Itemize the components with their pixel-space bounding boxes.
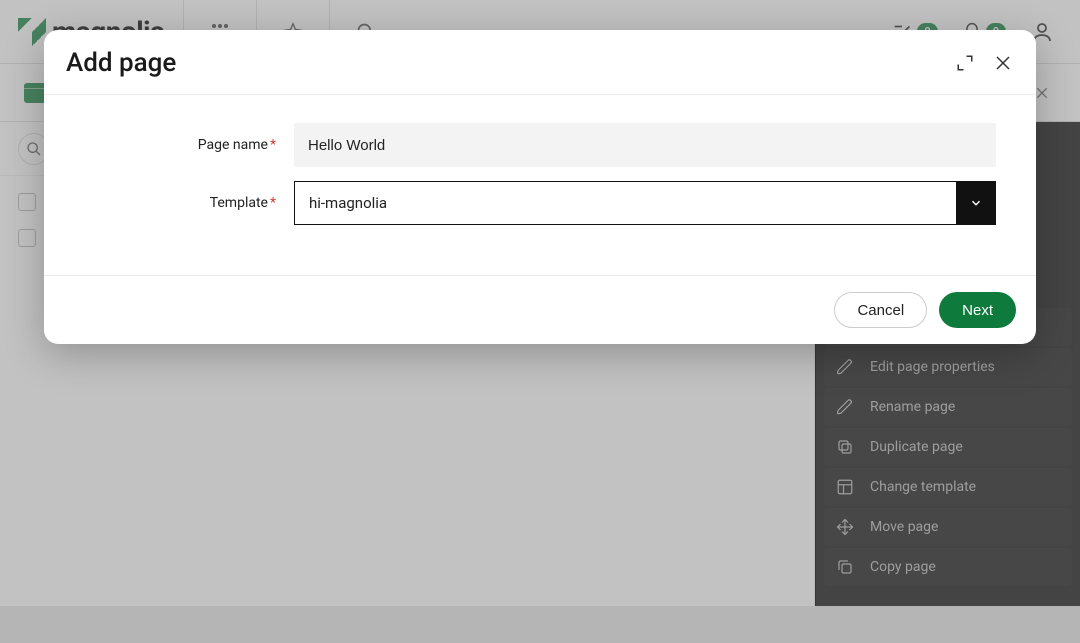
chevron-down-icon[interactable]	[956, 181, 996, 225]
field-row-page-name: Page name*	[84, 123, 996, 167]
dialog-header: Add page	[44, 30, 1036, 95]
add-page-dialog: Add page Page name* Template* hi-magnoli…	[44, 30, 1036, 344]
template-select[interactable]: hi-magnolia	[294, 181, 996, 225]
page-name-label: Page name*	[84, 137, 294, 153]
template-label: Template*	[84, 195, 294, 211]
cancel-button[interactable]: Cancel	[834, 292, 927, 328]
dialog-title: Add page	[66, 48, 176, 78]
page-name-input[interactable]	[294, 123, 996, 167]
close-icon[interactable]	[992, 52, 1014, 74]
dialog-body: Page name* Template* hi-magnolia	[44, 95, 1036, 275]
label-text: Page name	[198, 137, 268, 153]
field-row-template: Template* hi-magnolia	[84, 181, 996, 225]
next-button[interactable]: Next	[939, 292, 1016, 328]
expand-icon[interactable]	[954, 52, 976, 74]
label-text: Template	[210, 195, 268, 211]
required-marker: *	[270, 195, 276, 211]
dialog-footer: Cancel Next	[44, 275, 1036, 344]
template-value[interactable]: hi-magnolia	[294, 181, 956, 225]
required-marker: *	[270, 137, 276, 153]
